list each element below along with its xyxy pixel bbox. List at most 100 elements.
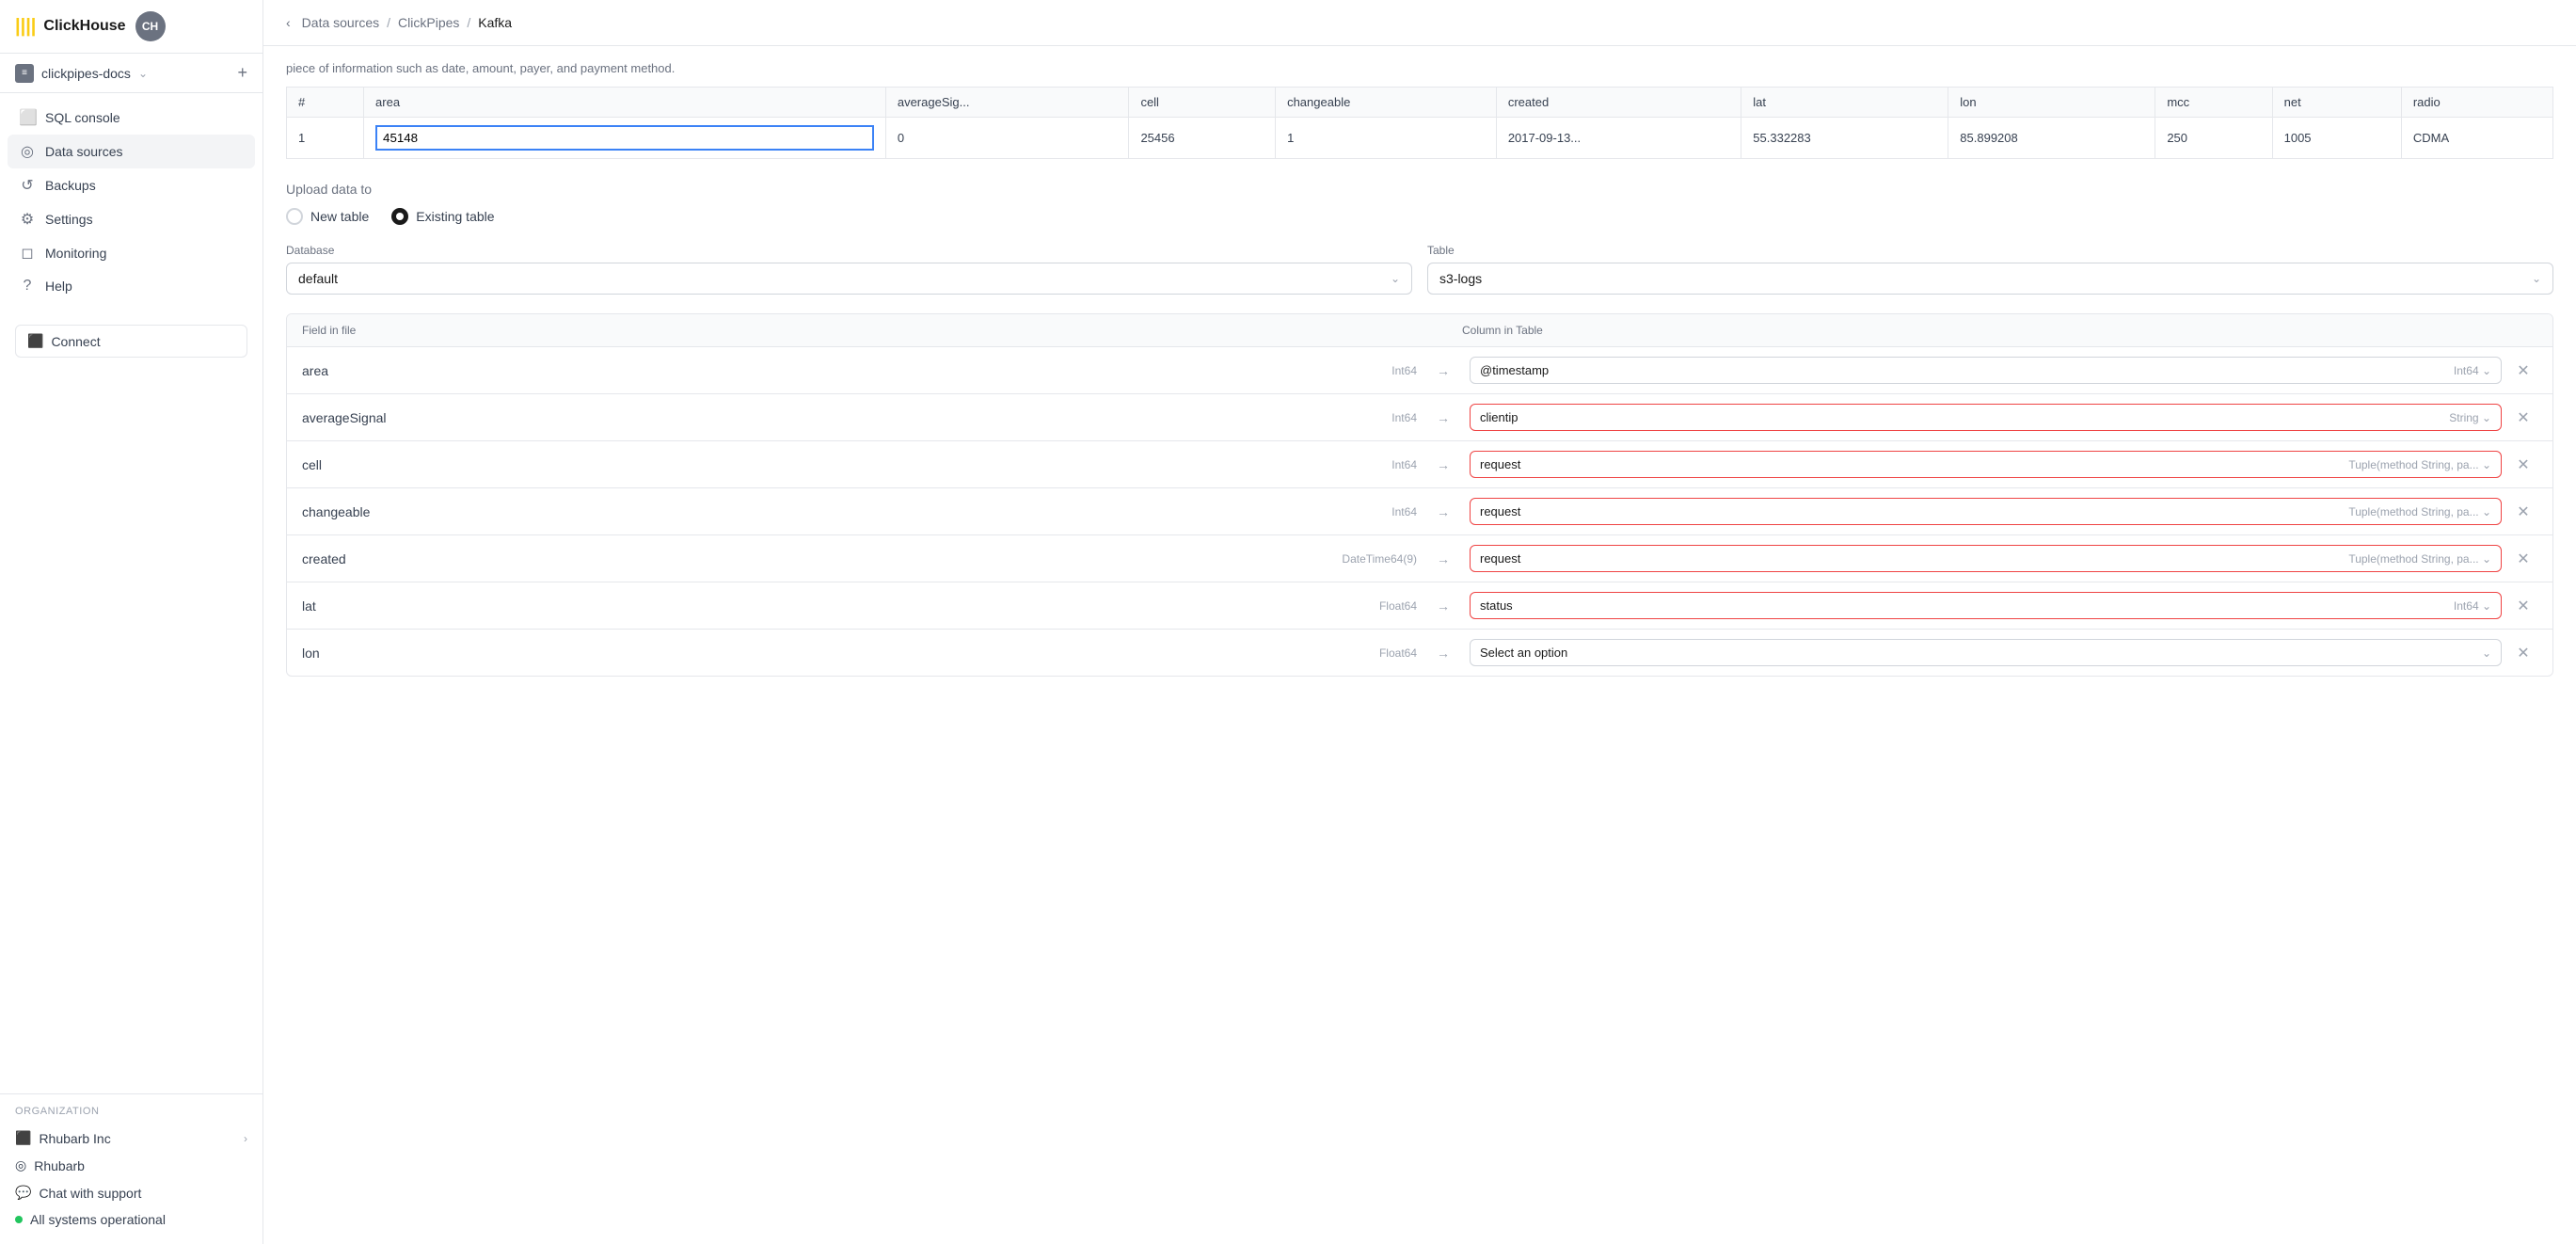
- column-created-type: Tuple(method String, pa... ⌄: [2348, 552, 2491, 566]
- column-average-signal-type: String ⌄: [2449, 411, 2491, 424]
- radio-group: New table Existing table: [286, 208, 2553, 225]
- field-lat: lat: [302, 598, 1334, 614]
- mapping-col-arrow: [1424, 324, 1462, 337]
- remove-average-signal-button[interactable]: ✕: [2509, 408, 2537, 427]
- remove-area-button[interactable]: ✕: [2509, 361, 2537, 380]
- org-name-item[interactable]: ⬛ Rhubarb Inc ›: [15, 1124, 247, 1152]
- sidebar-label-monitoring: Monitoring: [45, 246, 106, 261]
- workspace-icon: ≡: [15, 64, 34, 83]
- org-label: Organization: [15, 1106, 247, 1117]
- org-name: Rhubarb Inc: [39, 1131, 110, 1146]
- sidebar-item-settings[interactable]: ⚙ Settings: [8, 202, 255, 236]
- mapping-row-lon: lon Float64 → Select an option ⌄ ✕: [287, 630, 2552, 676]
- workspace-icon-glyph: ≡: [22, 68, 27, 78]
- remove-lon-button[interactable]: ✕: [2509, 644, 2537, 662]
- arrow-icon-6: →: [1424, 598, 1462, 614]
- mapping-col-column: Column in Table: [1462, 324, 2509, 337]
- cell-num: 1: [287, 118, 364, 159]
- field-lon-type: Float64: [1342, 646, 1417, 660]
- column-average-signal-select[interactable]: clientip String ⌄: [1470, 404, 2502, 431]
- database-select[interactable]: default ⌄: [286, 263, 1412, 295]
- arrow-icon-7: →: [1424, 646, 1462, 661]
- remove-cell-button[interactable]: ✕: [2509, 455, 2537, 474]
- table-row: 1 0 25456 1 2017-09-13... 55.332283 85.8…: [287, 118, 2553, 159]
- workspace-name[interactable]: ≡ clickpipes-docs ⌄: [15, 64, 148, 83]
- col-mcc: mcc: [2155, 88, 2272, 118]
- column-lat-select[interactable]: status Int64 ⌄: [1470, 592, 2502, 619]
- existing-table-radio[interactable]: [391, 208, 408, 225]
- info-text: piece of information such as date, amoun…: [286, 46, 2553, 87]
- col-radio: radio: [2401, 88, 2552, 118]
- sidebar-item-sql-console[interactable]: ⬜ SQL console: [8, 101, 255, 135]
- add-icon[interactable]: +: [237, 63, 247, 83]
- cell-created: 2017-09-13...: [1496, 118, 1741, 159]
- column-created-value: request: [1480, 551, 1520, 566]
- remove-changeable-button[interactable]: ✕: [2509, 502, 2537, 521]
- new-table-option[interactable]: New table: [286, 208, 369, 225]
- arrow-icon: →: [1424, 363, 1462, 378]
- col-created: created: [1496, 88, 1741, 118]
- chat-support-item[interactable]: 💬 Chat with support: [15, 1179, 247, 1206]
- new-table-radio[interactable]: [286, 208, 303, 225]
- sidebar-item-help[interactable]: ? Help: [8, 270, 255, 302]
- connect-button[interactable]: ⬛ Connect: [15, 325, 247, 358]
- arrow-icon-4: →: [1424, 504, 1462, 519]
- field-changeable: changeable: [302, 504, 1334, 519]
- cell-radio: CDMA: [2401, 118, 2552, 159]
- upload-section: Upload data to New table Existing table: [286, 182, 2553, 225]
- column-lon-select[interactable]: Select an option ⌄: [1470, 639, 2502, 666]
- arrow-icon-2: →: [1424, 410, 1462, 425]
- avatar[interactable]: CH: [135, 11, 166, 41]
- mapping-table: Field in file Column in Table area Int64…: [286, 313, 2553, 677]
- breadcrumb-sep-2: /: [467, 15, 470, 30]
- sidebar-item-data-sources[interactable]: ◎ Data sources: [8, 135, 255, 168]
- status-text: All systems operational: [30, 1212, 166, 1227]
- remove-lat-button[interactable]: ✕: [2509, 597, 2537, 615]
- column-changeable-type: Tuple(method String, pa... ⌄: [2348, 505, 2491, 518]
- field-created-type: DateTime64(9): [1342, 552, 1417, 566]
- column-created-select[interactable]: request Tuple(method String, pa... ⌄: [1470, 545, 2502, 572]
- column-cell-select[interactable]: request Tuple(method String, pa... ⌄: [1470, 451, 2502, 478]
- col-net: net: [2272, 88, 2401, 118]
- sidebar-label-settings: Settings: [45, 212, 93, 227]
- cell-average-signal: 0: [885, 118, 1129, 159]
- cell-mcc: 250: [2155, 118, 2272, 159]
- col-num: #: [287, 88, 364, 118]
- breadcrumb-data-sources[interactable]: Data sources: [302, 15, 379, 30]
- column-area-select[interactable]: @timestamp Int64 ⌄: [1470, 357, 2502, 384]
- col-lon: lon: [1948, 88, 2155, 118]
- org-icon: ⬛: [15, 1130, 31, 1146]
- sidebar-label-sql-console: SQL console: [45, 110, 120, 125]
- chat-label: Chat with support: [39, 1186, 141, 1201]
- rhubarb-item[interactable]: ◎ Rhubarb: [15, 1152, 247, 1179]
- cell-changeable: 1: [1276, 118, 1497, 159]
- column-average-signal-value: clientip: [1480, 410, 1518, 424]
- upload-label: Upload data to: [286, 182, 2553, 197]
- column-cell-type: Tuple(method String, pa... ⌄: [2348, 458, 2491, 471]
- sidebar-label-data-sources: Data sources: [45, 144, 122, 159]
- sidebar-label-help: Help: [45, 279, 72, 294]
- new-table-label: New table: [310, 209, 369, 224]
- breadcrumb-clickpipes[interactable]: ClickPipes: [398, 15, 459, 30]
- sidebar-item-backups[interactable]: ↺ Backups: [8, 168, 255, 202]
- sidebar-header: |||| ClickHouse CH: [0, 0, 262, 54]
- database-label: Database: [286, 244, 1412, 257]
- sidebar: |||| ClickHouse CH ≡ clickpipes-docs ⌄ +…: [0, 0, 263, 1244]
- back-arrow-icon[interactable]: ‹: [286, 15, 291, 30]
- field-average-signal: averageSignal: [302, 410, 1334, 425]
- field-area: area: [302, 363, 1334, 378]
- table-select[interactable]: s3-logs ⌄: [1427, 263, 2553, 295]
- chevrons-icon: ⌄: [1391, 272, 1400, 285]
- cell-area[interactable]: [364, 118, 886, 159]
- column-changeable-select[interactable]: request Tuple(method String, pa... ⌄: [1470, 498, 2502, 525]
- area-input[interactable]: [375, 125, 874, 151]
- arrow-icon-3: →: [1424, 457, 1462, 472]
- sidebar-item-monitoring[interactable]: ◻ Monitoring: [8, 236, 255, 270]
- column-area-type: Int64 ⌄: [2454, 364, 2491, 377]
- mapping-row-cell: cell Int64 → request Tuple(method String…: [287, 441, 2552, 488]
- existing-table-option[interactable]: Existing table: [391, 208, 494, 225]
- arrow-icon-5: →: [1424, 551, 1462, 566]
- remove-created-button[interactable]: ✕: [2509, 550, 2537, 568]
- field-created: created: [302, 551, 1334, 566]
- mapping-col-field: Field in file: [302, 324, 1349, 337]
